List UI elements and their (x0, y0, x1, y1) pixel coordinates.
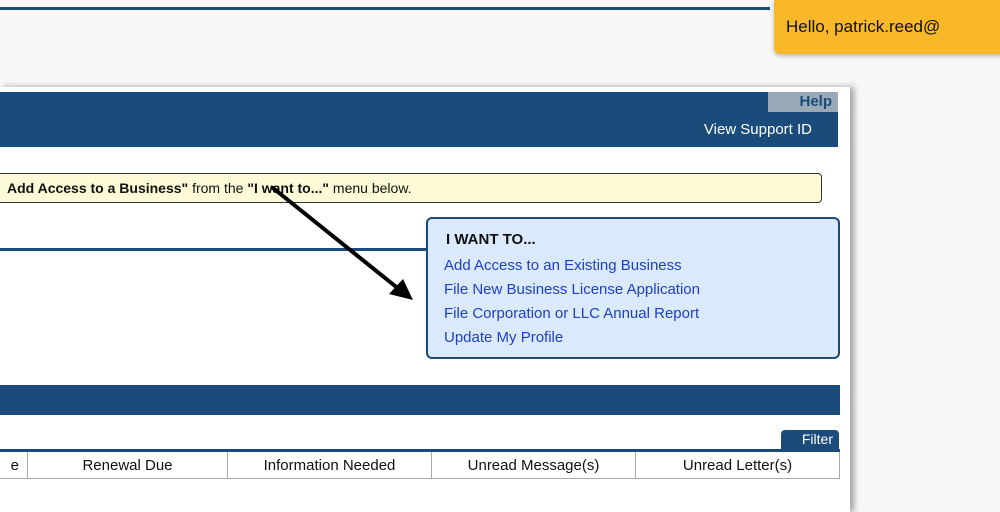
menu-item-new-license[interactable]: File New Business License Application (444, 281, 700, 298)
main-panel: Help View Support ID Add Access to a Bus… (0, 87, 850, 512)
help-button[interactable]: Help (768, 92, 838, 112)
notice-action-name: Add Access to a Business" (7, 180, 189, 196)
user-greeting-banner: Hello, patrick.reed@ (774, 0, 1000, 54)
filter-button[interactable]: Filter (781, 430, 839, 449)
i-want-to-title: I WANT TO... (446, 231, 536, 248)
column-header-renewal-due[interactable]: Renewal Due (28, 452, 228, 479)
column-header-partial[interactable]: e (0, 452, 28, 479)
column-header-unread-messages[interactable]: Unread Message(s) (432, 452, 636, 479)
businesses-section-bar (0, 385, 840, 415)
greeting-text: Hello, patrick.reed@ (786, 17, 941, 36)
panel-header: Help View Support ID (0, 92, 838, 147)
pointer-arrow-icon (271, 186, 413, 300)
menu-item-annual-report[interactable]: File Corporation or LLC Annual Report (444, 305, 699, 322)
top-divider (0, 7, 770, 10)
menu-item-update-profile[interactable]: Update My Profile (444, 329, 563, 346)
notice-text-middle: from the (188, 180, 248, 196)
column-header-unread-letters[interactable]: Unread Letter(s) (636, 452, 840, 479)
menu-item-add-access[interactable]: Add Access to an Existing Business (444, 257, 682, 274)
view-support-id-link[interactable]: View Support ID (704, 121, 812, 138)
column-header-information-needed[interactable]: Information Needed (228, 452, 432, 479)
i-want-to-menu: I WANT TO... Add Access to an Existing B… (426, 217, 840, 359)
